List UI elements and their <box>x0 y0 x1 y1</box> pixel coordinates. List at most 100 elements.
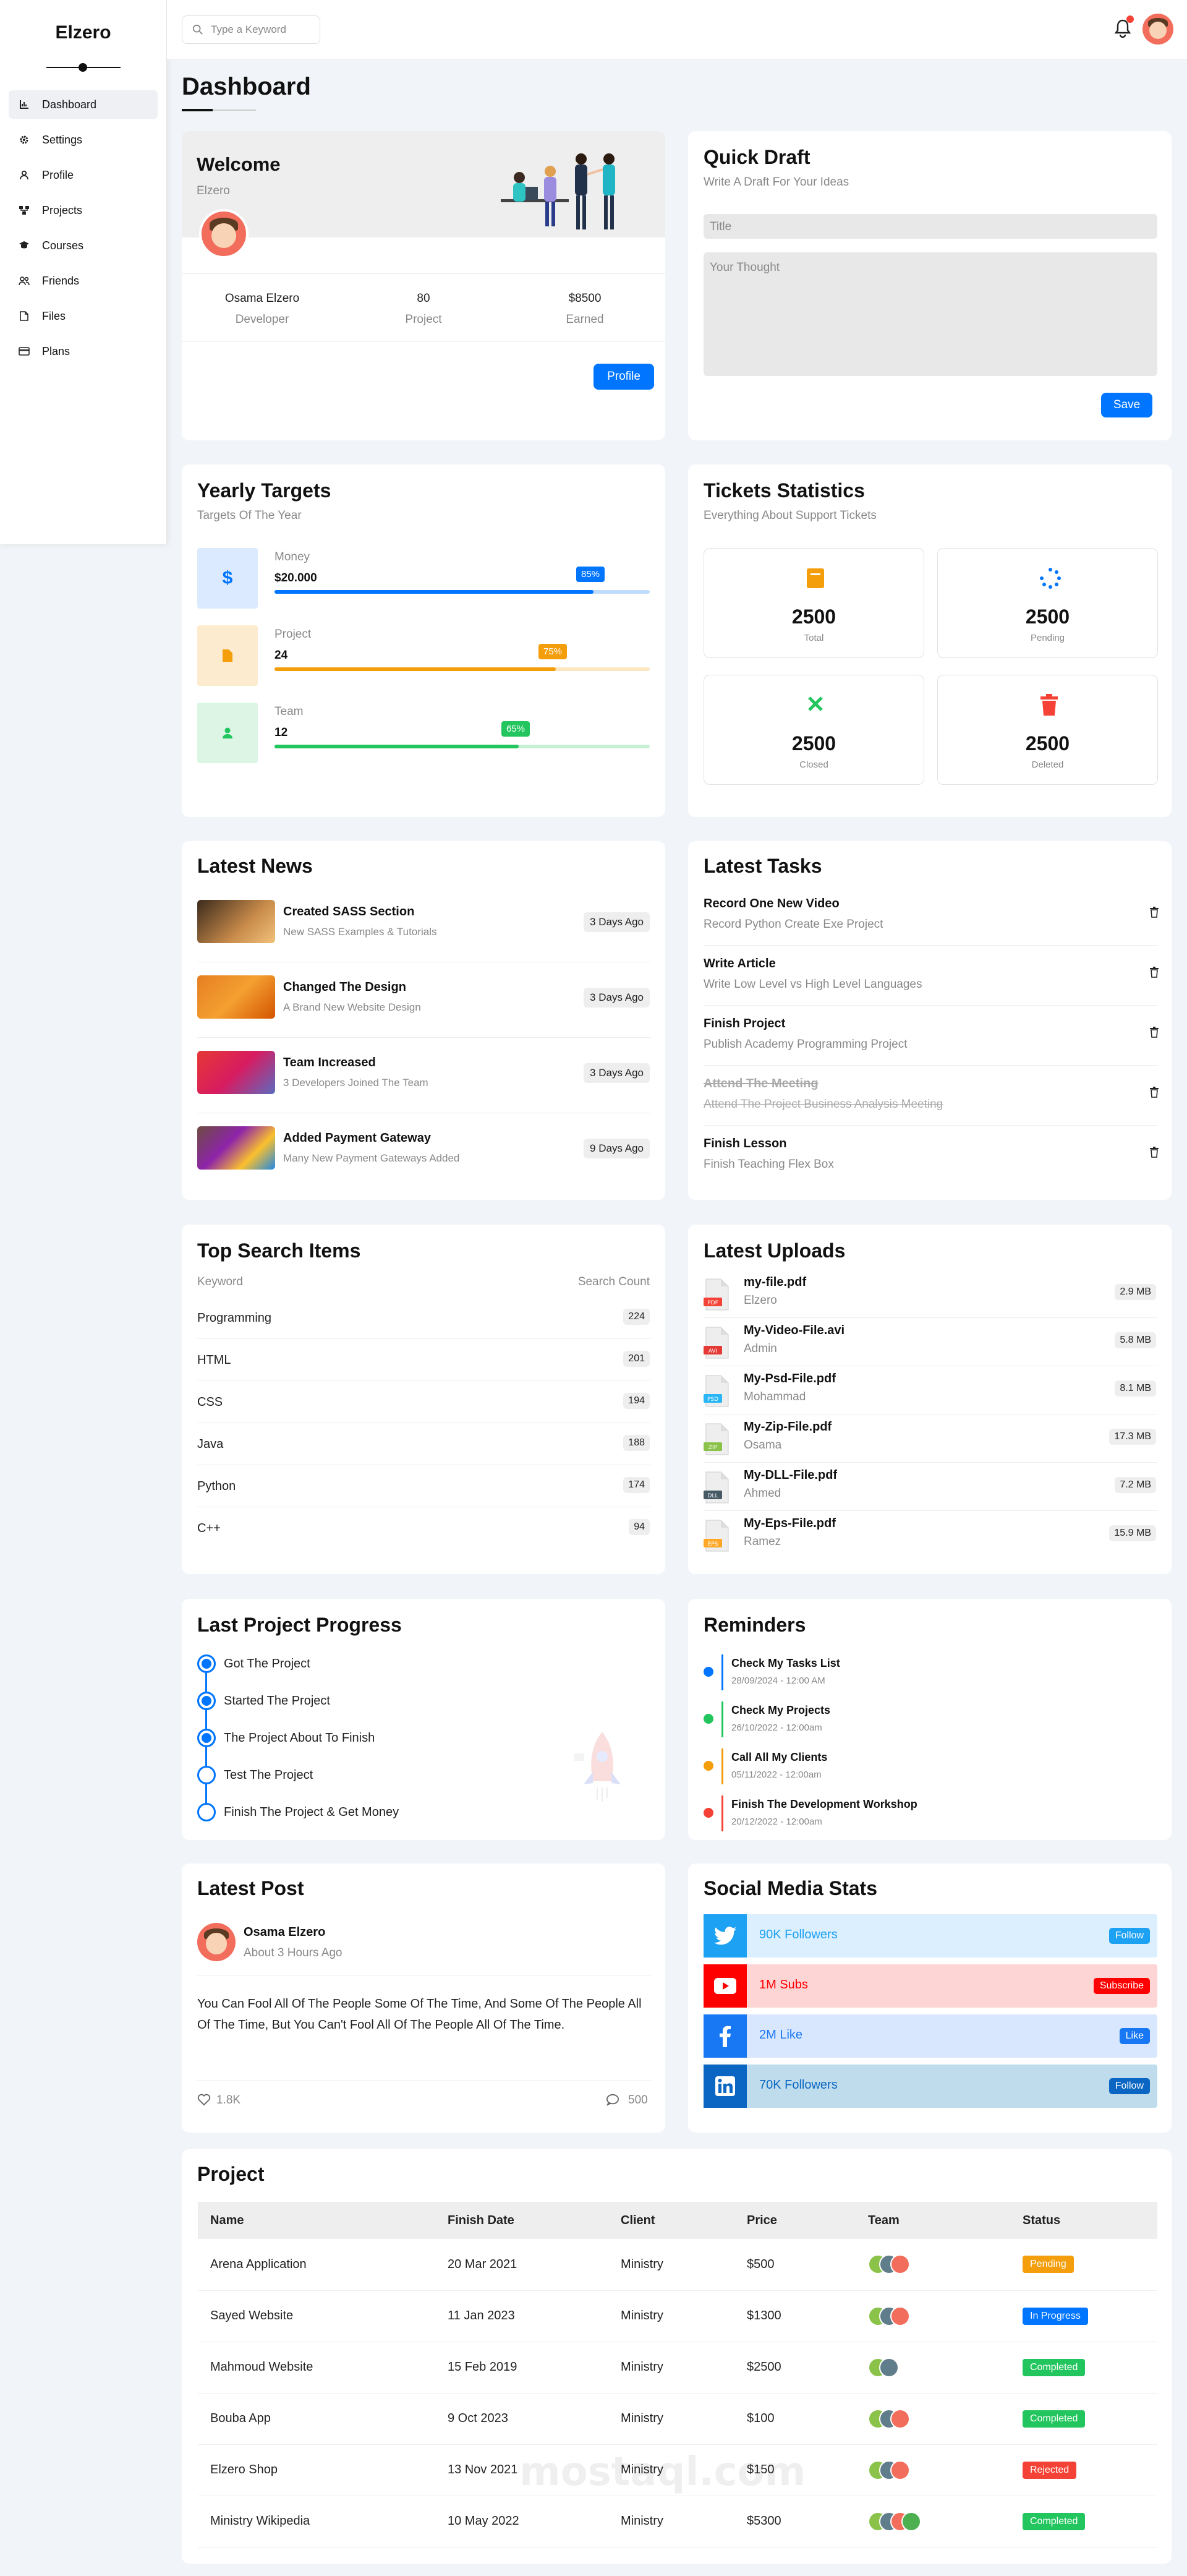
tasks-title: Latest Tasks <box>704 855 822 877</box>
watermark: mostaql.com <box>519 2449 806 2495</box>
news-thumbnail <box>197 900 275 943</box>
social-action-button[interactable]: Follow <box>1108 2078 1150 2094</box>
ticket-value: 2500 <box>791 605 836 628</box>
folder-icon <box>806 567 825 589</box>
reminders-card: Reminders Check My Tasks List 28/09/2024 … <box>688 1599 1172 1840</box>
divider <box>704 1462 1157 1463</box>
sidebar-item-profile[interactable]: Profile <box>9 161 158 189</box>
news-item-title[interactable]: Changed The Design <box>283 980 406 995</box>
upload-size: 5.8 MB <box>1115 1332 1156 1348</box>
table-row: Sayed Website 11 Jan 2023 Ministry $1300 In … <box>198 2290 1157 2342</box>
social-action-button[interactable]: Subscribe <box>1093 1978 1150 1994</box>
project-title: Project <box>197 2163 265 2185</box>
search-items-title: Top Search Items <box>197 1239 361 1262</box>
post-title: Latest Post <box>197 1877 304 1899</box>
trash-icon[interactable] <box>1149 1027 1159 1038</box>
sidebar-item-dashboard[interactable]: Dashboard <box>9 90 158 119</box>
ticket-stat-deleted: 2500 Deleted <box>937 675 1158 785</box>
avatar <box>901 2511 921 2531</box>
heart-icon[interactable] <box>197 2094 211 2106</box>
target-label: Team <box>274 705 304 718</box>
upload-name[interactable]: my-file.pdf <box>744 1275 806 1290</box>
social-action-button[interactable]: Follow <box>1108 1928 1150 1944</box>
news-item-title[interactable]: Added Payment Gateway <box>283 1131 431 1145</box>
reminder-date: 05/11/2022 - 12:00am <box>731 1769 822 1780</box>
upload-size: 15.9 MB <box>1109 1525 1156 1541</box>
target-percent: 65% <box>501 721 530 737</box>
upload-name[interactable]: My-Video-File.avi <box>744 1324 845 1338</box>
search-count: 174 <box>623 1477 650 1493</box>
upload-name[interactable]: My-Psd-File.pdf <box>744 1372 836 1386</box>
project-status-cell: Rejected <box>1010 2444 1157 2496</box>
trash-icon[interactable] <box>1149 1147 1159 1158</box>
search-col-count: Search Count <box>577 1275 650 1288</box>
welcome-stat-value: 80 <box>417 292 430 305</box>
search-col-keyword: Keyword <box>197 1275 243 1288</box>
news-item-title[interactable]: Created SASS Section <box>283 905 414 919</box>
file-psd-icon: PSD <box>704 1374 731 1408</box>
page-title-line <box>182 109 213 111</box>
welcome-title: Welcome <box>197 153 281 175</box>
ticket-value: 2500 <box>791 732 836 755</box>
news-item-title[interactable]: Team Increased <box>283 1056 376 1070</box>
profile-button[interactable]: Profile <box>594 364 654 390</box>
comment-icon[interactable] <box>606 2094 619 2106</box>
ticket-label: Closed <box>799 760 828 770</box>
reminder-dot <box>704 1761 713 1771</box>
notification-dot <box>1126 15 1134 23</box>
target-label: Money <box>274 550 310 563</box>
users-icon <box>17 274 31 288</box>
target-value: 24 <box>274 649 288 662</box>
sidebar-item-settings[interactable]: Settings <box>9 126 158 154</box>
target-label: Project <box>274 628 312 641</box>
welcome-stat-value: Osama Elzero <box>224 292 300 305</box>
sidebar-item-friends[interactable]: Friends <box>9 267 158 295</box>
sidebar-item-label: Courses <box>42 239 84 252</box>
reminder-date: 28/09/2024 - 12:00 AM <box>731 1675 825 1686</box>
project-status-cell: Completed <box>1010 2393 1157 2445</box>
draft-body-field[interactable]: Your Thought <box>704 252 1157 376</box>
news-thumbnail <box>197 1126 275 1170</box>
user-icon <box>17 168 31 182</box>
divider <box>704 945 1157 946</box>
search-input[interactable]: Type a Keyword <box>182 15 320 44</box>
upload-owner: Admin <box>744 1342 777 1355</box>
news-thumbnail <box>197 975 275 1019</box>
divider <box>197 1380 651 1381</box>
search-keyword: Java <box>197 1437 224 1451</box>
search-icon <box>192 24 203 35</box>
sidebar-item-files[interactable]: Files <box>9 302 158 330</box>
topbar: Type a Keyword <box>167 0 1187 59</box>
file-avi-icon: AVI <box>704 1326 731 1359</box>
upload-name[interactable]: My-DLL-File.pdf <box>744 1468 837 1483</box>
social-stat-text: 70K Followers <box>759 2078 838 2092</box>
project-team <box>856 2342 1010 2394</box>
task-title: Finish Project <box>704 1017 786 1030</box>
reminder-date: 20/12/2022 - 12:00am <box>731 1816 822 1827</box>
progress-step-label: The Project About To Finish <box>224 1731 375 1745</box>
draft-title-field[interactable]: Title <box>704 214 1157 239</box>
upload-name[interactable]: My-Zip-File.pdf <box>744 1420 832 1434</box>
search-count: 224 <box>623 1309 650 1325</box>
trash-icon[interactable] <box>1149 907 1159 918</box>
save-button[interactable]: Save <box>1101 393 1152 417</box>
progress-step-marker <box>197 1654 216 1673</box>
project-date: 9 Oct 2023 <box>435 2393 608 2445</box>
reminder-bar <box>721 1795 723 1831</box>
project-team <box>856 2393 1010 2445</box>
sidebar-item-courses[interactable]: Courses <box>9 231 158 260</box>
sidebar-item-plans[interactable]: Plans <box>9 337 158 366</box>
trash-icon[interactable] <box>1149 1087 1159 1098</box>
upload-name[interactable]: My-Eps-File.pdf <box>744 1517 836 1531</box>
search-keyword: CSS <box>197 1395 223 1409</box>
sidebar-item-projects[interactable]: Projects <box>9 196 158 225</box>
social-stat-text: 2M Like <box>759 2028 803 2042</box>
column-header: Price <box>734 2202 856 2239</box>
trash-icon[interactable] <box>1149 967 1159 978</box>
status-badge: In Progress <box>1023 2307 1088 2325</box>
news-item-date: 3 Days Ago <box>584 912 650 932</box>
project-status-cell: In Progress <box>1010 2290 1157 2342</box>
target-percent: 75% <box>538 644 568 659</box>
avatar[interactable] <box>1142 14 1173 45</box>
social-action-button[interactable]: Like <box>1119 2028 1150 2044</box>
